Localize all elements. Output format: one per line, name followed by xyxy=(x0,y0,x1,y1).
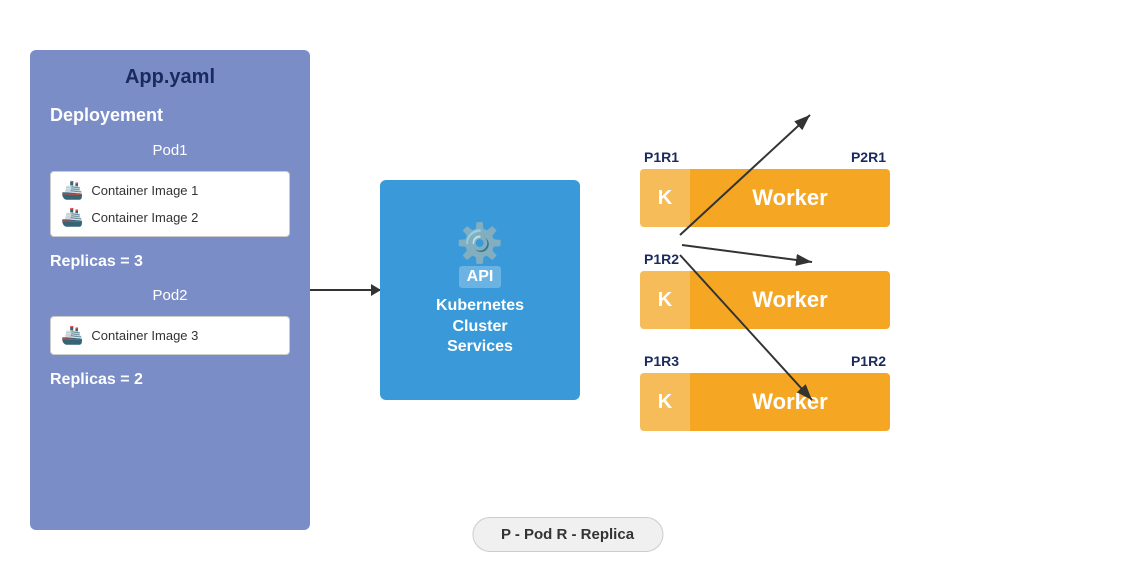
app-yaml-title: App.yaml xyxy=(50,66,290,89)
worker-text-2: Worker xyxy=(690,287,890,313)
pod1-label: Pod1 xyxy=(50,142,290,159)
worker-box-1: K Worker xyxy=(640,169,890,227)
worker-box-3: K Worker xyxy=(640,373,890,431)
worker-label-right-3: P1R2 xyxy=(851,353,886,369)
worker-label-left-2: P1R2 xyxy=(644,251,679,267)
worker-k-badge-1: K xyxy=(640,169,690,227)
pod2-label: Pod2 xyxy=(50,287,290,304)
worker-labels-3: P1R3 P1R2 xyxy=(640,353,890,369)
worker-k-badge-2: K xyxy=(640,271,690,329)
k8s-cluster-box: ⚙️ API KubernetesClusterServices xyxy=(380,180,580,400)
container-label-1: Container Image 1 xyxy=(91,183,198,198)
diagram-container: App.yaml Deployement Pod1 🚢 Container Im… xyxy=(0,0,1135,580)
gear-icon: ⚙️ xyxy=(456,222,503,266)
worker-text-1: Worker xyxy=(690,185,890,211)
deployment-title: Deployement xyxy=(50,105,290,126)
worker-label-right-1: P2R1 xyxy=(851,149,886,165)
pod2-container-box: 🚢 Container Image 3 xyxy=(50,316,290,355)
worker-row-1: P1R1 P2R1 K Worker xyxy=(640,149,890,227)
k8s-api-label: API xyxy=(459,266,502,288)
worker-box-2: K Worker xyxy=(640,271,890,329)
worker-text-3: Worker xyxy=(690,389,890,415)
arrow-to-k8s xyxy=(310,289,380,291)
container-icon-2: 🚢 xyxy=(61,207,83,228)
container-icon-1: 🚢 xyxy=(61,180,83,201)
worker-labels-2: P1R2 xyxy=(640,251,890,267)
container-label-2: Container Image 2 xyxy=(91,210,198,225)
replicas2-label: Replicas = 2 xyxy=(50,371,290,389)
worker-row-2: P1R2 K Worker xyxy=(640,251,890,329)
arrow-line xyxy=(310,289,380,291)
legend-text: P - Pod R - Replica xyxy=(501,526,634,543)
k8s-title: KubernetesClusterServices xyxy=(436,296,524,358)
legend-box: P - Pod R - Replica xyxy=(472,517,663,552)
workers-section: P1R1 P2R1 K Worker P1R2 K Worker P1R3 P1… xyxy=(640,149,890,431)
worker-label-left-1: P1R1 xyxy=(644,149,679,165)
app-yaml-panel: App.yaml Deployement Pod1 🚢 Container Im… xyxy=(30,50,310,530)
container-label-3: Container Image 3 xyxy=(91,328,198,343)
worker-k-badge-3: K xyxy=(640,373,690,431)
worker-row-3: P1R3 P1R2 K Worker xyxy=(640,353,890,431)
container-item-1: 🚢 Container Image 1 xyxy=(61,180,279,201)
container-item-3: 🚢 Container Image 3 xyxy=(61,325,279,346)
worker-labels-1: P1R1 P2R1 xyxy=(640,149,890,165)
pod1-container-box: 🚢 Container Image 1 🚢 Container Image 2 xyxy=(50,171,290,237)
container-item-2: 🚢 Container Image 2 xyxy=(61,207,279,228)
container-icon-3: 🚢 xyxy=(61,325,83,346)
replicas1-label: Replicas = 3 xyxy=(50,253,290,271)
worker-label-left-3: P1R3 xyxy=(644,353,679,369)
